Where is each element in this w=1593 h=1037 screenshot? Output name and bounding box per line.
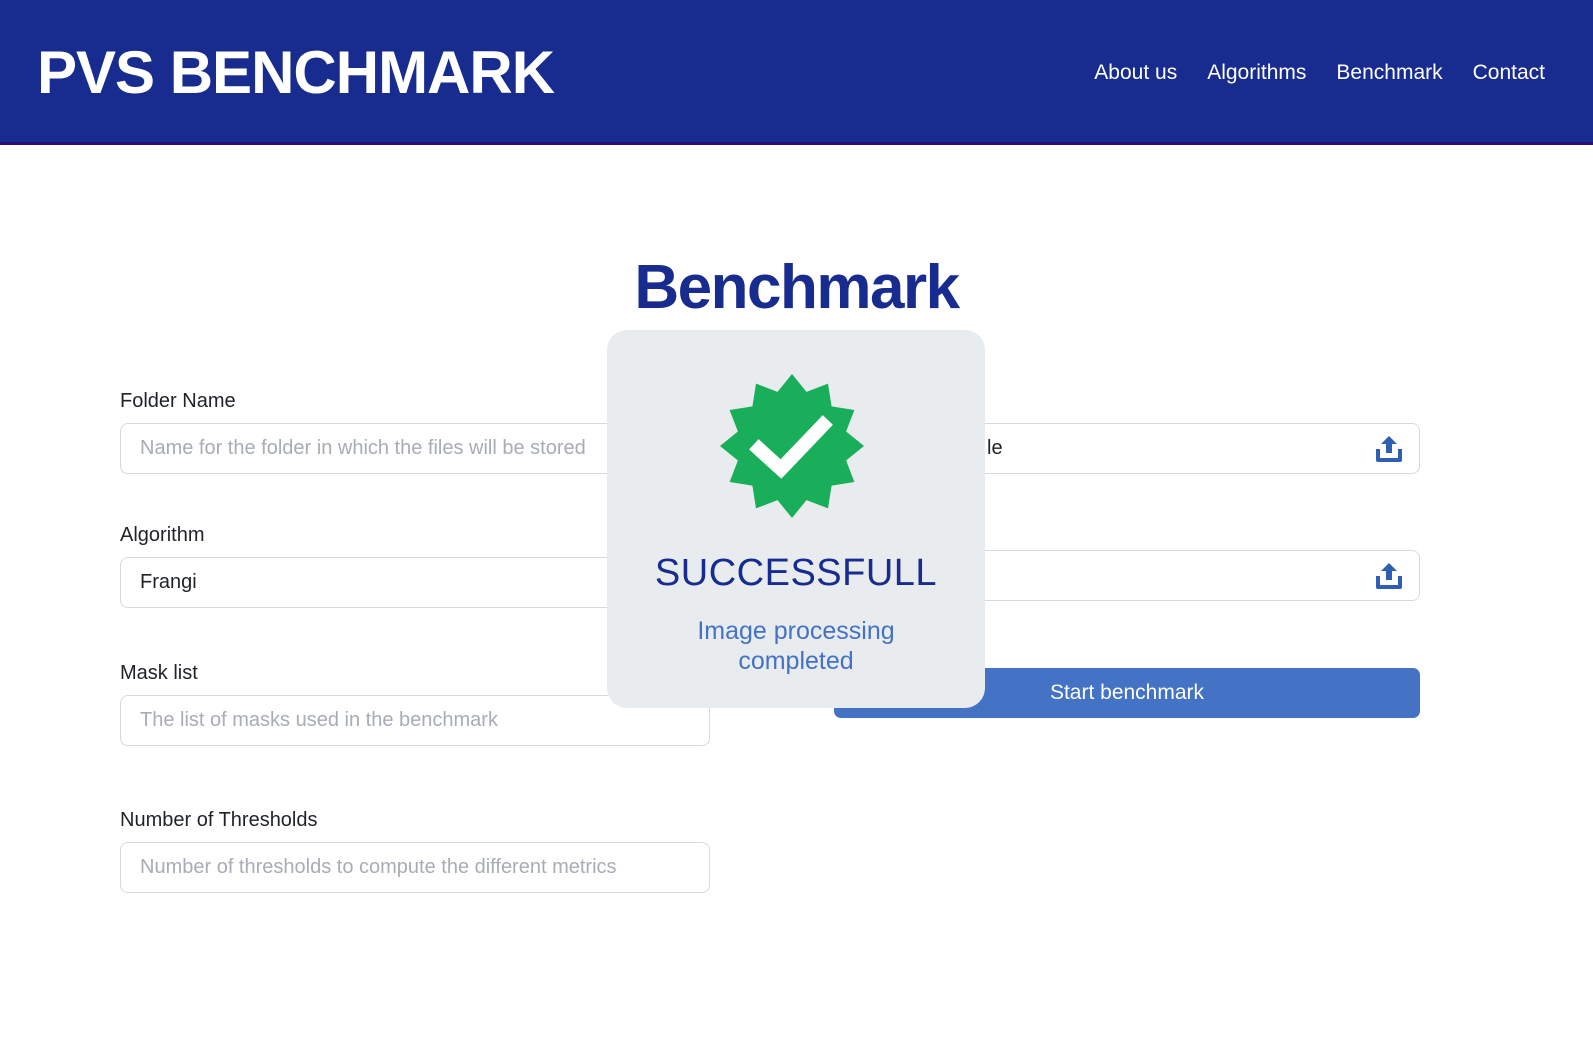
- folder-name-label: Folder Name: [120, 390, 236, 412]
- thresholds-label: Number of Thresholds: [120, 809, 318, 831]
- algorithm-label: Algorithm: [120, 524, 205, 546]
- thresholds-input[interactable]: [120, 842, 710, 893]
- file-upload-1-text: le: [987, 437, 1003, 459]
- nav-contact[interactable]: Contact: [1473, 60, 1545, 86]
- modal-title: SUCCESSFULL: [654, 552, 938, 594]
- main-nav: About us Algorithms Benchmark Contact: [1094, 60, 1545, 86]
- nav-benchmark[interactable]: Benchmark: [1336, 60, 1442, 86]
- modal-message: Image processing completed: [697, 617, 895, 675]
- site-header: PVS BENCHMARK About us Algorithms Benchm…: [0, 0, 1593, 145]
- upload-icon[interactable]: [1373, 434, 1405, 464]
- verified-badge-icon: [720, 374, 864, 518]
- upload-icon[interactable]: [1373, 561, 1405, 591]
- mask-list-label: Mask list: [120, 662, 198, 684]
- nav-about-us[interactable]: About us: [1094, 60, 1177, 86]
- success-modal: SUCCESSFULL Image processing completed: [607, 330, 985, 708]
- site-logo[interactable]: PVS BENCHMARK: [37, 38, 555, 108]
- page-title: Benchmark: [634, 253, 960, 322]
- nav-algorithms[interactable]: Algorithms: [1207, 60, 1306, 86]
